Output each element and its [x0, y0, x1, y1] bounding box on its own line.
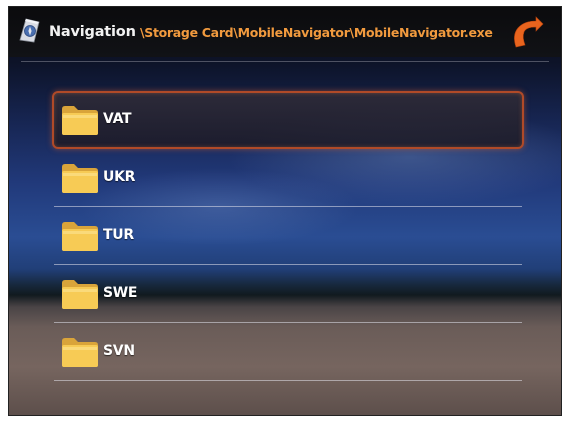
- folder-icon: [62, 106, 98, 135]
- folder-item-vat[interactable]: VAT: [52, 91, 524, 149]
- header-bar: Navigation \Storage Card\MobileNavigator…: [9, 7, 561, 57]
- page-title: Navigation: [49, 24, 136, 40]
- folder-label: TUR: [103, 227, 134, 243]
- folder-icon: [62, 338, 98, 367]
- folder-label: UKR: [103, 169, 136, 185]
- navigation-app-icon: [19, 18, 40, 43]
- folder-item-ukr[interactable]: UKR: [52, 149, 524, 207]
- header-divider: [21, 61, 549, 62]
- folder-icon: [62, 164, 98, 193]
- folder-label: SWE: [103, 285, 138, 301]
- folder-icon: [62, 280, 98, 309]
- device-screen: Navigation \Storage Card\MobileNavigator…: [8, 6, 562, 416]
- folder-icon: [62, 222, 98, 251]
- folder-item-tur[interactable]: TUR: [52, 207, 524, 265]
- back-arrow-icon[interactable]: [506, 13, 544, 51]
- folder-label: VAT: [103, 111, 132, 127]
- folder-label: SVN: [103, 343, 135, 359]
- folder-item-swe[interactable]: SWE: [52, 265, 524, 323]
- current-path: \Storage Card\MobileNavigator\MobileNavi…: [140, 25, 493, 40]
- folder-list: VAT UKR TUR SWE SVN: [52, 91, 524, 381]
- folder-item-svn[interactable]: SVN: [52, 323, 524, 381]
